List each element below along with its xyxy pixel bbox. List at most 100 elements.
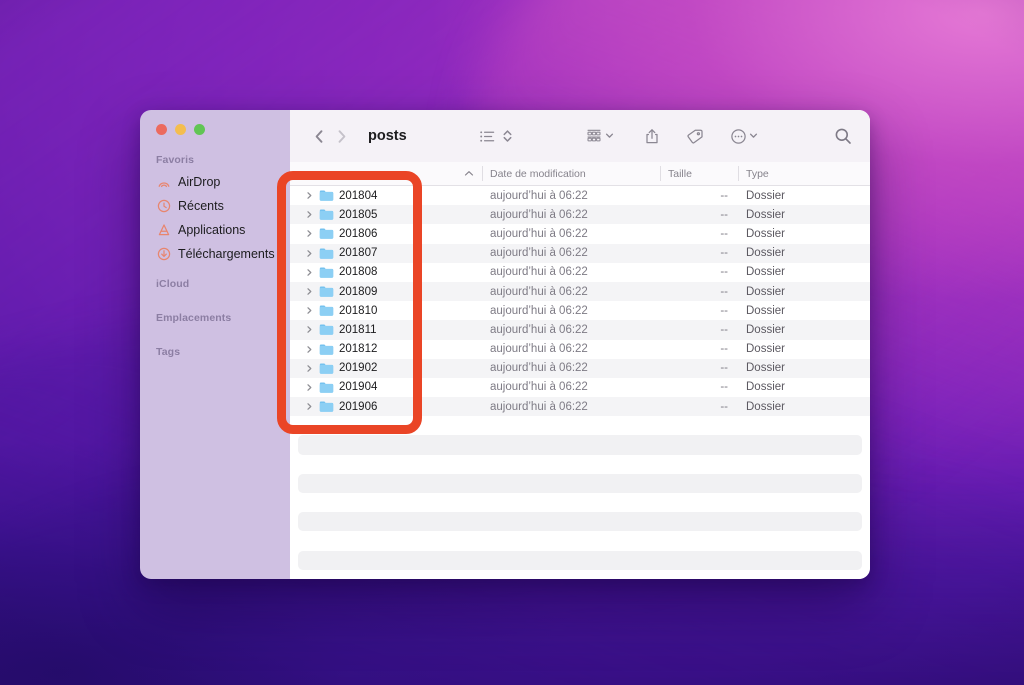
file-type-cell: Dossier (746, 343, 785, 356)
back-icon[interactable] (308, 123, 330, 149)
file-name-label: 201806 (339, 227, 378, 240)
folder-icon (319, 343, 334, 356)
file-name-cell: 201804 (290, 189, 482, 202)
file-name-label: 201807 (339, 247, 378, 260)
sidebar-item-telechargements[interactable]: Téléchargements (140, 242, 290, 266)
file-date-cell: aujourd’hui à 06:22 (490, 323, 588, 336)
disclosure-triangle-icon[interactable] (304, 402, 314, 412)
column-header-name[interactable] (290, 162, 482, 185)
file-date-cell: aujourd’hui à 06:22 (490, 304, 588, 317)
sidebar-section-emplacements: Emplacements (156, 312, 232, 324)
file-row[interactable]: 201805 aujourd’hui à 06:22 -- Dossier (290, 205, 870, 225)
disclosure-triangle-icon[interactable] (304, 382, 314, 392)
file-size-cell: -- (720, 381, 728, 394)
sidebar-group-emplacements: Emplacements (140, 312, 290, 328)
file-row[interactable]: 201804 aujourd’hui à 06:22 -- Dossier (290, 186, 870, 205)
file-size-cell: -- (720, 189, 728, 202)
disclosure-triangle-icon[interactable] (304, 248, 314, 258)
view-list-icon[interactable] (475, 129, 500, 144)
file-type-cell: Dossier (746, 247, 785, 260)
file-type-cell: Dossier (746, 304, 785, 317)
disclosure-triangle-icon[interactable] (304, 287, 314, 297)
file-row[interactable]: 201809 aujourd’hui à 06:22 -- Dossier (290, 281, 870, 302)
file-row[interactable]: 201808 aujourd’hui à 06:22 -- Dossier (290, 263, 870, 282)
file-type-cell: Dossier (746, 400, 785, 413)
empty-row (290, 531, 870, 550)
sidebar-item-label: AirDrop (178, 175, 221, 189)
sidebar-item-recents[interactable]: Récents (140, 194, 290, 218)
finder-window: Favoris AirDrop Récents Applications Tél… (140, 110, 870, 579)
empty-row (290, 455, 870, 474)
file-row[interactable]: 201810 aujourd’hui à 06:22 -- Dossier (290, 301, 870, 320)
page-title: posts (368, 128, 407, 144)
group-by-icon[interactable] (581, 127, 618, 145)
disclosure-triangle-icon[interactable] (304, 363, 314, 373)
file-size-cell: -- (720, 285, 728, 298)
close-button[interactable] (156, 124, 167, 135)
share-icon[interactable] (640, 128, 664, 145)
file-type-cell: Dossier (746, 266, 785, 279)
empty-row (290, 512, 870, 532)
download-icon (156, 247, 171, 262)
sidebar-item-airdrop[interactable]: AirDrop (140, 170, 290, 194)
search-icon[interactable] (830, 127, 856, 145)
file-size-cell: -- (720, 208, 728, 221)
folder-icon (319, 381, 334, 394)
tag-icon[interactable] (682, 128, 708, 145)
disclosure-triangle-icon[interactable] (304, 344, 314, 354)
disclosure-triangle-icon[interactable] (304, 306, 314, 316)
folder-icon (319, 189, 334, 202)
column-header-date[interactable]: Date de modification (482, 162, 660, 185)
empty-row (290, 416, 870, 435)
zoom-button[interactable] (194, 124, 205, 135)
file-size-cell: -- (720, 227, 728, 240)
file-size-cell: -- (720, 343, 728, 356)
sidebar-item-applications[interactable]: Applications (140, 218, 290, 242)
sidebar-group-tags: Tags (140, 346, 290, 362)
file-name-label: 201904 (339, 381, 378, 394)
folder-icon (319, 285, 334, 298)
file-row[interactable]: 201902 aujourd’hui à 06:22 -- Dossier (290, 358, 870, 378)
disclosure-triangle-icon[interactable] (304, 210, 314, 220)
file-type-cell: Dossier (746, 227, 785, 240)
sidebar-group-icloud: iCloud (140, 278, 290, 294)
file-row[interactable]: 201811 aujourd’hui à 06:22 -- Dossier (290, 320, 870, 340)
file-size-cell: -- (720, 323, 728, 336)
finder-toolbar: posts (290, 110, 870, 162)
disclosure-triangle-icon[interactable] (304, 191, 314, 201)
file-date-cell: aujourd’hui à 06:22 (490, 189, 588, 202)
file-row[interactable]: 201806 aujourd’hui à 06:22 -- Dossier (290, 224, 870, 243)
file-name-label: 201906 (339, 400, 378, 413)
folder-icon (319, 247, 334, 260)
sort-chevrons-icon[interactable] (502, 128, 513, 144)
file-list[interactable]: 201804 aujourd’hui à 06:22 -- Dossier 201805… (290, 186, 870, 579)
disclosure-triangle-icon[interactable] (304, 229, 314, 239)
more-actions-icon[interactable] (726, 127, 762, 145)
file-size-cell: -- (720, 304, 728, 317)
chevron-down-icon (605, 127, 614, 145)
disclosure-triangle-icon[interactable] (304, 325, 314, 335)
sidebar-section-tags: Tags (156, 346, 181, 358)
forward-icon[interactable] (330, 123, 352, 149)
empty-row (290, 435, 870, 455)
empty-row (290, 473, 870, 494)
file-row[interactable]: 201807 aujourd’hui à 06:22 -- Dossier (290, 243, 870, 263)
folder-icon (319, 400, 334, 413)
disclosure-triangle-icon[interactable] (304, 267, 314, 277)
folder-icon (319, 304, 334, 317)
finder-main-pane: posts Date de modification Taille Type 2… (290, 110, 870, 579)
file-name-label: 201809 (339, 285, 378, 298)
minimize-button[interactable] (175, 124, 186, 135)
applications-icon (156, 223, 171, 238)
column-header-type[interactable]: Type (738, 162, 870, 185)
file-date-cell: aujourd’hui à 06:22 (490, 400, 588, 413)
file-row[interactable]: 201906 aujourd’hui à 06:22 -- Dossier (290, 397, 870, 417)
file-name-cell: 201808 (290, 266, 482, 279)
column-header-size[interactable]: Taille (660, 162, 738, 185)
file-name-cell: 201805 (290, 208, 482, 221)
file-date-cell: aujourd’hui à 06:22 (490, 227, 588, 240)
file-row[interactable]: 201812 aujourd’hui à 06:22 -- Dossier (290, 340, 870, 359)
file-name-cell: 201811 (290, 323, 482, 336)
chevron-down-icon (749, 127, 758, 145)
file-row[interactable]: 201904 aujourd’hui à 06:22 -- Dossier (290, 378, 870, 397)
